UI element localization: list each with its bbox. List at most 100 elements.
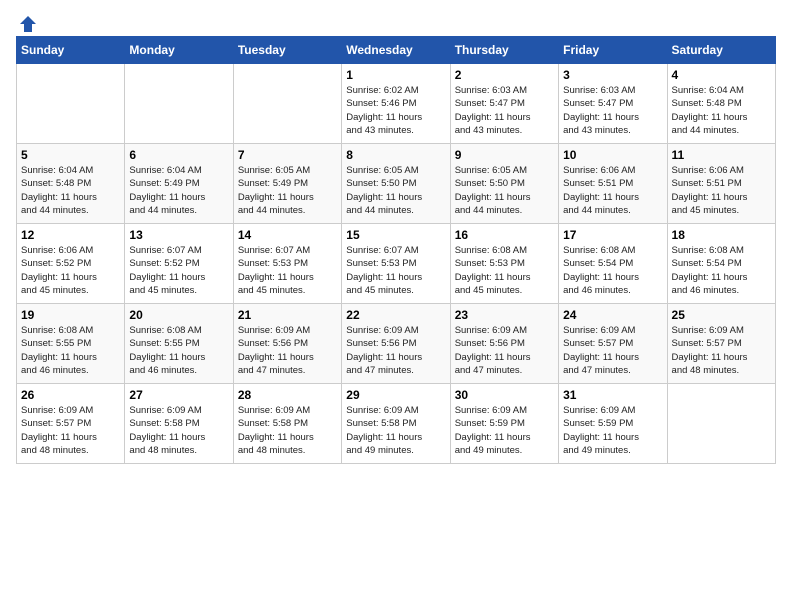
day-number: 17 — [563, 228, 662, 242]
day-number: 16 — [455, 228, 554, 242]
day-number: 4 — [672, 68, 771, 82]
weekday-header-friday: Friday — [559, 37, 667, 64]
day-info: Sunrise: 6:08 AM Sunset: 5:54 PM Dayligh… — [563, 244, 662, 297]
calendar-week-row: 19 Sunrise: 6:08 AM Sunset: 5:55 PM Dayli… — [17, 304, 776, 384]
day-info: Sunrise: 6:09 AM Sunset: 5:56 PM Dayligh… — [455, 324, 554, 377]
day-info: Sunrise: 6:09 AM Sunset: 5:59 PM Dayligh… — [563, 404, 662, 457]
day-number: 9 — [455, 148, 554, 162]
day-info: Sunrise: 6:03 AM Sunset: 5:47 PM Dayligh… — [455, 84, 554, 137]
day-number: 23 — [455, 308, 554, 322]
calendar-cell: 6 Sunrise: 6:04 AM Sunset: 5:49 PM Daylig… — [125, 144, 233, 224]
day-number: 5 — [21, 148, 120, 162]
calendar-week-row: 5 Sunrise: 6:04 AM Sunset: 5:48 PM Daylig… — [17, 144, 776, 224]
calendar-cell: 1 Sunrise: 6:02 AM Sunset: 5:46 PM Daylig… — [342, 64, 450, 144]
calendar-cell: 27 Sunrise: 6:09 AM Sunset: 5:58 PM Dayli… — [125, 384, 233, 464]
calendar-cell: 4 Sunrise: 6:04 AM Sunset: 5:48 PM Daylig… — [667, 64, 775, 144]
calendar-cell: 25 Sunrise: 6:09 AM Sunset: 5:57 PM Dayli… — [667, 304, 775, 384]
day-info: Sunrise: 6:03 AM Sunset: 5:47 PM Dayligh… — [563, 84, 662, 137]
weekday-header-saturday: Saturday — [667, 37, 775, 64]
calendar-week-row: 12Sunrise: 6:06 AM Sunset: 5:52 PM Dayli… — [17, 224, 776, 304]
weekday-header-tuesday: Tuesday — [233, 37, 341, 64]
day-number: 25 — [672, 308, 771, 322]
calendar-cell: 7Sunrise: 6:05 AM Sunset: 5:49 PM Daylig… — [233, 144, 341, 224]
day-info: Sunrise: 6:09 AM Sunset: 5:58 PM Dayligh… — [238, 404, 337, 457]
calendar-cell: 13 Sunrise: 6:07 AM Sunset: 5:52 PM Dayli… — [125, 224, 233, 304]
calendar-cell: 31 Sunrise: 6:09 AM Sunset: 5:59 PM Dayli… — [559, 384, 667, 464]
weekday-header-thursday: Thursday — [450, 37, 558, 64]
calendar-cell: 12Sunrise: 6:06 AM Sunset: 5:52 PM Dayli… — [17, 224, 125, 304]
day-number: 8 — [346, 148, 445, 162]
page-header — [16, 16, 776, 28]
calendar-cell: 30 Sunrise: 6:09 AM Sunset: 5:59 PM Dayli… — [450, 384, 558, 464]
day-number: 7 — [238, 148, 337, 162]
calendar-cell: 5 Sunrise: 6:04 AM Sunset: 5:48 PM Daylig… — [17, 144, 125, 224]
day-number: 2 — [455, 68, 554, 82]
calendar-cell: 23 Sunrise: 6:09 AM Sunset: 5:56 PM Dayli… — [450, 304, 558, 384]
weekday-header-sunday: Sunday — [17, 37, 125, 64]
day-info: Sunrise: 6:09 AM Sunset: 5:59 PM Dayligh… — [455, 404, 554, 457]
calendar-cell: 17 Sunrise: 6:08 AM Sunset: 5:54 PM Dayli… — [559, 224, 667, 304]
calendar-cell: 20 Sunrise: 6:08 AM Sunset: 5:55 PM Dayli… — [125, 304, 233, 384]
calendar-cell — [125, 64, 233, 144]
day-info: Sunrise: 6:02 AM Sunset: 5:46 PM Dayligh… — [346, 84, 445, 137]
calendar-cell: 26Sunrise: 6:09 AM Sunset: 5:57 PM Dayli… — [17, 384, 125, 464]
weekday-header-monday: Monday — [125, 37, 233, 64]
day-number: 31 — [563, 388, 662, 402]
calendar-cell: 9Sunrise: 6:05 AM Sunset: 5:50 PM Daylig… — [450, 144, 558, 224]
calendar-cell: 10Sunrise: 6:06 AM Sunset: 5:51 PM Dayli… — [559, 144, 667, 224]
calendar-cell — [667, 384, 775, 464]
day-info: Sunrise: 6:04 AM Sunset: 5:48 PM Dayligh… — [21, 164, 120, 217]
calendar-cell: 11 Sunrise: 6:06 AM Sunset: 5:51 PM Dayli… — [667, 144, 775, 224]
day-number: 28 — [238, 388, 337, 402]
day-info: Sunrise: 6:08 AM Sunset: 5:55 PM Dayligh… — [129, 324, 228, 377]
calendar-cell: 29 Sunrise: 6:09 AM Sunset: 5:58 PM Dayli… — [342, 384, 450, 464]
day-info: Sunrise: 6:07 AM Sunset: 5:53 PM Dayligh… — [346, 244, 445, 297]
day-info: Sunrise: 6:06 AM Sunset: 5:51 PM Dayligh… — [672, 164, 771, 217]
day-number: 30 — [455, 388, 554, 402]
day-info: Sunrise: 6:09 AM Sunset: 5:56 PM Dayligh… — [238, 324, 337, 377]
day-info: Sunrise: 6:07 AM Sunset: 5:52 PM Dayligh… — [129, 244, 228, 297]
day-info: Sunrise: 6:04 AM Sunset: 5:48 PM Dayligh… — [672, 84, 771, 137]
day-number: 3 — [563, 68, 662, 82]
day-info: Sunrise: 6:09 AM Sunset: 5:56 PM Dayligh… — [346, 324, 445, 377]
day-number: 27 — [129, 388, 228, 402]
day-info: Sunrise: 6:06 AM Sunset: 5:51 PM Dayligh… — [563, 164, 662, 217]
day-number: 11 — [672, 148, 771, 162]
day-number: 15 — [346, 228, 445, 242]
day-number: 24 — [563, 308, 662, 322]
calendar-cell: 2 Sunrise: 6:03 AM Sunset: 5:47 PM Daylig… — [450, 64, 558, 144]
weekday-header-wednesday: Wednesday — [342, 37, 450, 64]
day-number: 22 — [346, 308, 445, 322]
calendar-week-row: 26Sunrise: 6:09 AM Sunset: 5:57 PM Dayli… — [17, 384, 776, 464]
day-number: 13 — [129, 228, 228, 242]
day-info: Sunrise: 6:08 AM Sunset: 5:53 PM Dayligh… — [455, 244, 554, 297]
day-info: Sunrise: 6:08 AM Sunset: 5:55 PM Dayligh… — [21, 324, 120, 377]
calendar-cell: 8 Sunrise: 6:05 AM Sunset: 5:50 PM Daylig… — [342, 144, 450, 224]
day-number: 19 — [21, 308, 120, 322]
day-number: 14 — [238, 228, 337, 242]
day-number: 1 — [346, 68, 445, 82]
calendar-cell: 3 Sunrise: 6:03 AM Sunset: 5:47 PM Daylig… — [559, 64, 667, 144]
day-number: 21 — [238, 308, 337, 322]
calendar-header-row: SundayMondayTuesdayWednesdayThursdayFrid… — [17, 37, 776, 64]
calendar-cell: 15 Sunrise: 6:07 AM Sunset: 5:53 PM Dayli… — [342, 224, 450, 304]
calendar-cell: 16 Sunrise: 6:08 AM Sunset: 5:53 PM Dayli… — [450, 224, 558, 304]
day-info: Sunrise: 6:04 AM Sunset: 5:49 PM Dayligh… — [129, 164, 228, 217]
day-info: Sunrise: 6:09 AM Sunset: 5:58 PM Dayligh… — [129, 404, 228, 457]
calendar-week-row: 1 Sunrise: 6:02 AM Sunset: 5:46 PM Daylig… — [17, 64, 776, 144]
calendar-cell: 24 Sunrise: 6:09 AM Sunset: 5:57 PM Dayli… — [559, 304, 667, 384]
day-info: Sunrise: 6:09 AM Sunset: 5:58 PM Dayligh… — [346, 404, 445, 457]
day-number: 29 — [346, 388, 445, 402]
day-info: Sunrise: 6:08 AM Sunset: 5:54 PM Dayligh… — [672, 244, 771, 297]
day-info: Sunrise: 6:09 AM Sunset: 5:57 PM Dayligh… — [563, 324, 662, 377]
calendar-cell: 19 Sunrise: 6:08 AM Sunset: 5:55 PM Dayli… — [17, 304, 125, 384]
day-number: 20 — [129, 308, 228, 322]
day-info: Sunrise: 6:09 AM Sunset: 5:57 PM Dayligh… — [672, 324, 771, 377]
day-number: 26 — [21, 388, 120, 402]
calendar-cell: 21 Sunrise: 6:09 AM Sunset: 5:56 PM Dayli… — [233, 304, 341, 384]
day-number: 6 — [129, 148, 228, 162]
calendar-cell: 18Sunrise: 6:08 AM Sunset: 5:54 PM Dayli… — [667, 224, 775, 304]
day-info: Sunrise: 6:05 AM Sunset: 5:50 PM Dayligh… — [346, 164, 445, 217]
calendar-cell: 14 Sunrise: 6:07 AM Sunset: 5:53 PM Dayli… — [233, 224, 341, 304]
day-info: Sunrise: 6:07 AM Sunset: 5:53 PM Dayligh… — [238, 244, 337, 297]
